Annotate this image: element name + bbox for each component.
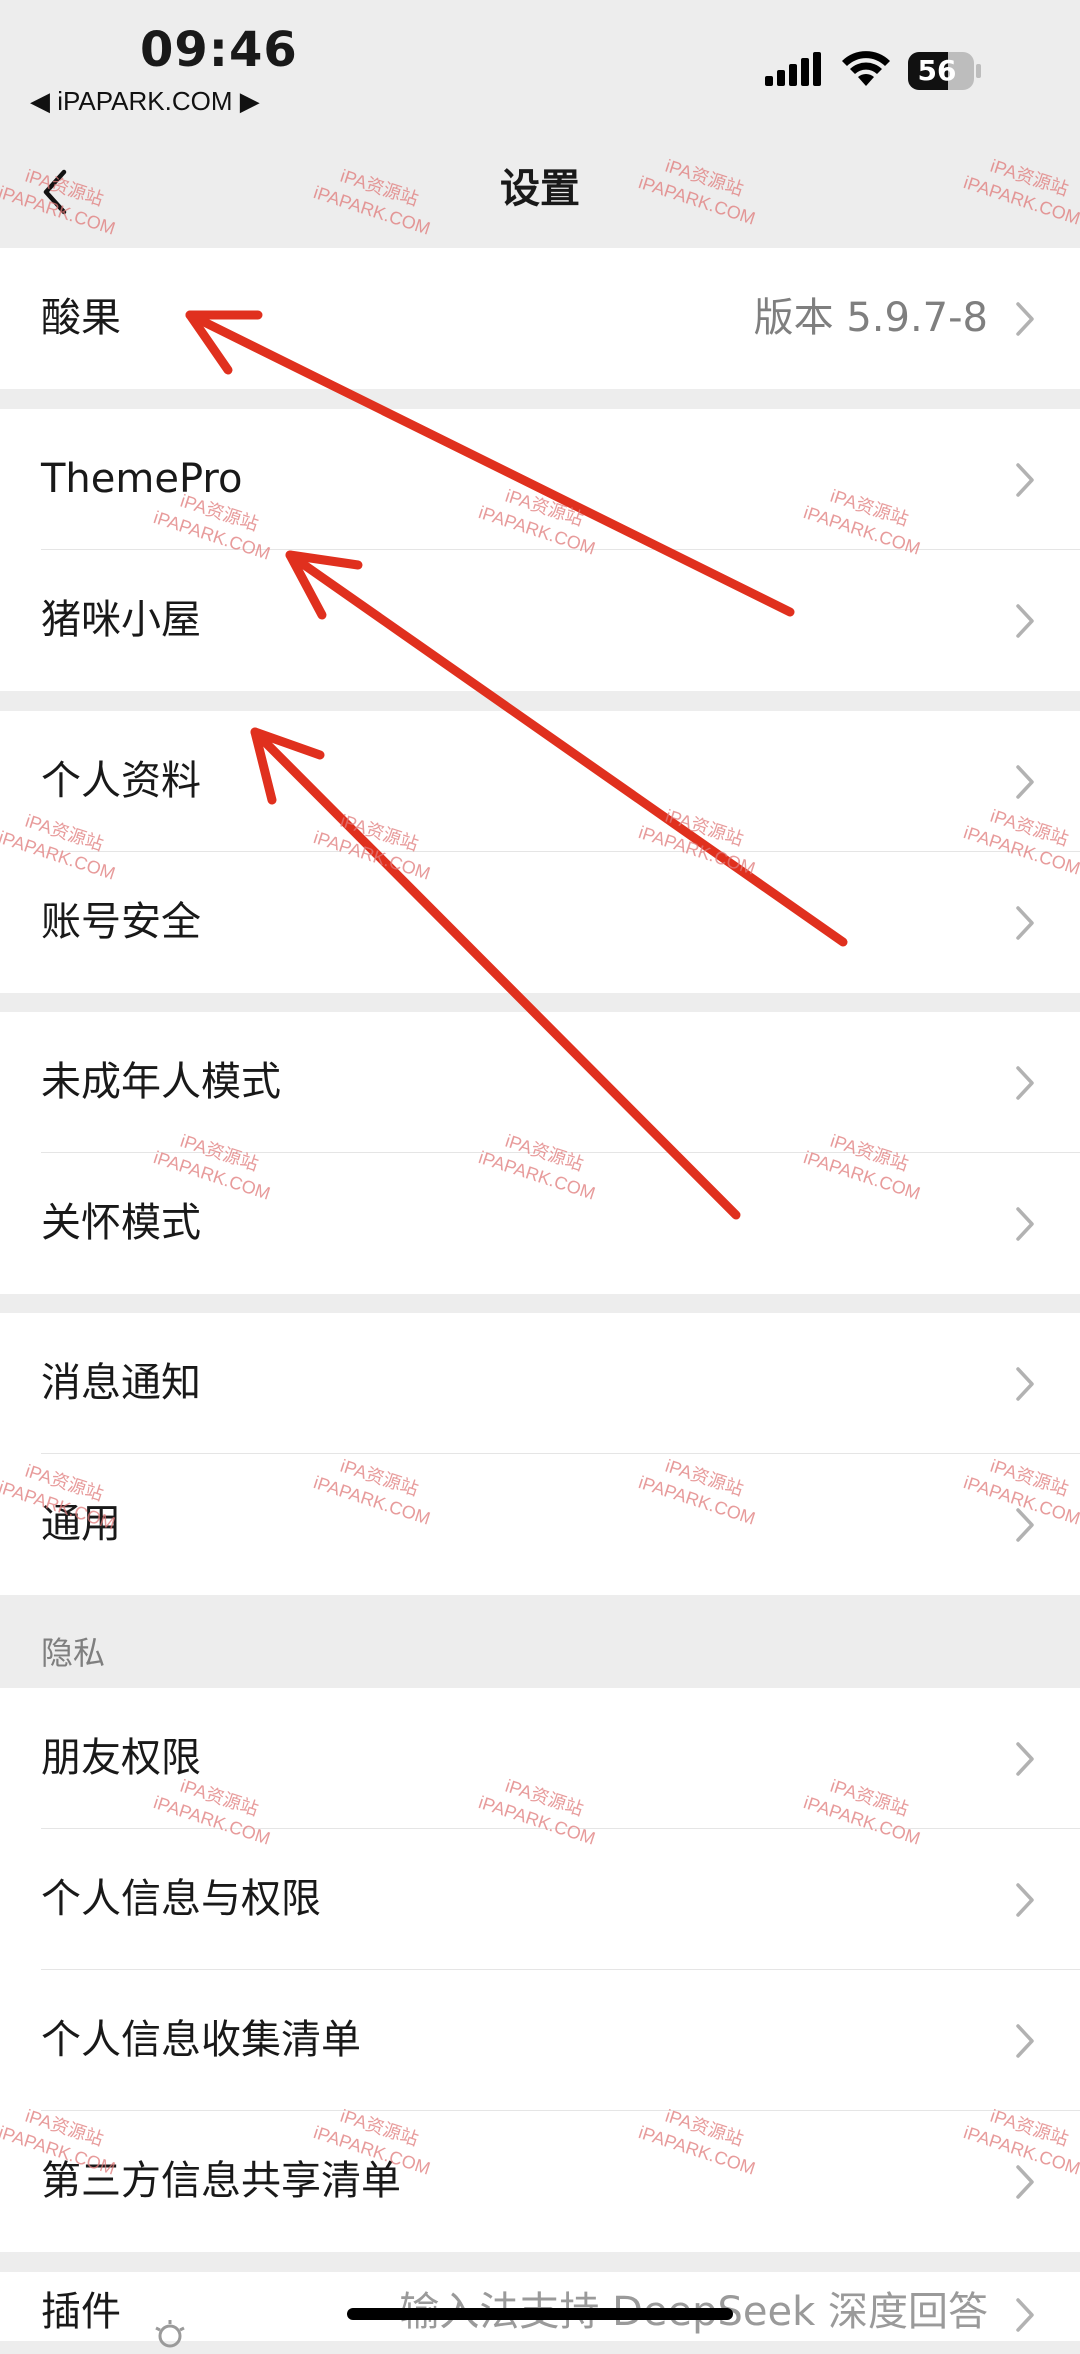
settings-row-info-collection-list[interactable]: 个人信息收集清单 [0,1970,1080,2111]
chevron-right-icon [1016,765,1034,799]
status-bar: 09:46 ◀ iPAPARK.COM ▶ 56 [0,0,1080,130]
chevron-right-icon [1016,1742,1034,1776]
settings-group-app: 酸果 版本 5.9.7-8 [0,248,1080,389]
settings-row-third-party-sharing-list[interactable]: 第三方信息共享清单 [0,2111,1080,2252]
chevron-right-icon [1016,1066,1034,1100]
page-title: 设置 [500,166,580,212]
section-header-privacy: 隐私 [41,1634,106,1672]
settings-row-notifications[interactable]: 消息通知 [0,1313,1080,1454]
row-label: 账号安全 [41,899,201,945]
row-label: 消息通知 [41,1360,201,1406]
settings-row-general[interactable]: 通用 [0,1454,1080,1595]
chevron-right-icon [1016,463,1034,497]
navigation-bar: 设置 [0,130,1080,248]
row-label: 个人信息收集清单 [41,2017,361,2063]
cellular-signal-icon [765,52,821,86]
settings-group-privacy: 朋友权限 个人信息与权限 个人信息收集清单 第三方信息共享清单 [0,1688,1080,2252]
row-label: 酸果 [41,295,121,341]
settings-group-general: 消息通知 通用 [0,1313,1080,1595]
home-indicator [347,2308,733,2320]
row-label: 个人信息与权限 [41,1876,321,1922]
version-value: 版本 5.9.7-8 [753,295,988,341]
settings-row-profile[interactable]: 个人资料 [0,711,1080,852]
carrier-label: ◀ iPAPARK.COM ▶ [30,86,260,116]
wifi-icon [842,51,890,86]
chevron-right-icon [1016,1367,1034,1401]
chevron-right-icon [1016,906,1034,940]
row-label: 插件 [41,2289,121,2335]
battery-level: 56 [917,54,957,87]
chevron-right-icon [1016,2298,1034,2332]
settings-row-personal-info-permissions[interactable]: 个人信息与权限 [0,1829,1080,1970]
settings-row-cat-house[interactable]: 猪咪小屋 [0,550,1080,691]
chevron-right-icon [1016,2024,1034,2058]
row-label: 未成年人模式 [41,1059,281,1105]
plugins-hint: 输入法支持 DeepSeek 深度回答 [399,2289,988,2335]
lightbulb-icon [155,2320,185,2348]
chevron-right-icon [1016,1207,1034,1241]
chevron-right-icon [1016,1883,1034,1917]
chevron-right-icon [1016,302,1034,336]
row-label: 猪咪小屋 [41,597,201,643]
settings-group-account: 个人资料 账号安全 [0,711,1080,993]
settings-row-app-version[interactable]: 酸果 版本 5.9.7-8 [0,248,1080,389]
chevron-right-icon [1016,604,1034,638]
settings-row-account-security[interactable]: 账号安全 [0,852,1080,993]
status-time: 09:46 [140,22,298,78]
chevron-right-icon [1016,2165,1034,2199]
